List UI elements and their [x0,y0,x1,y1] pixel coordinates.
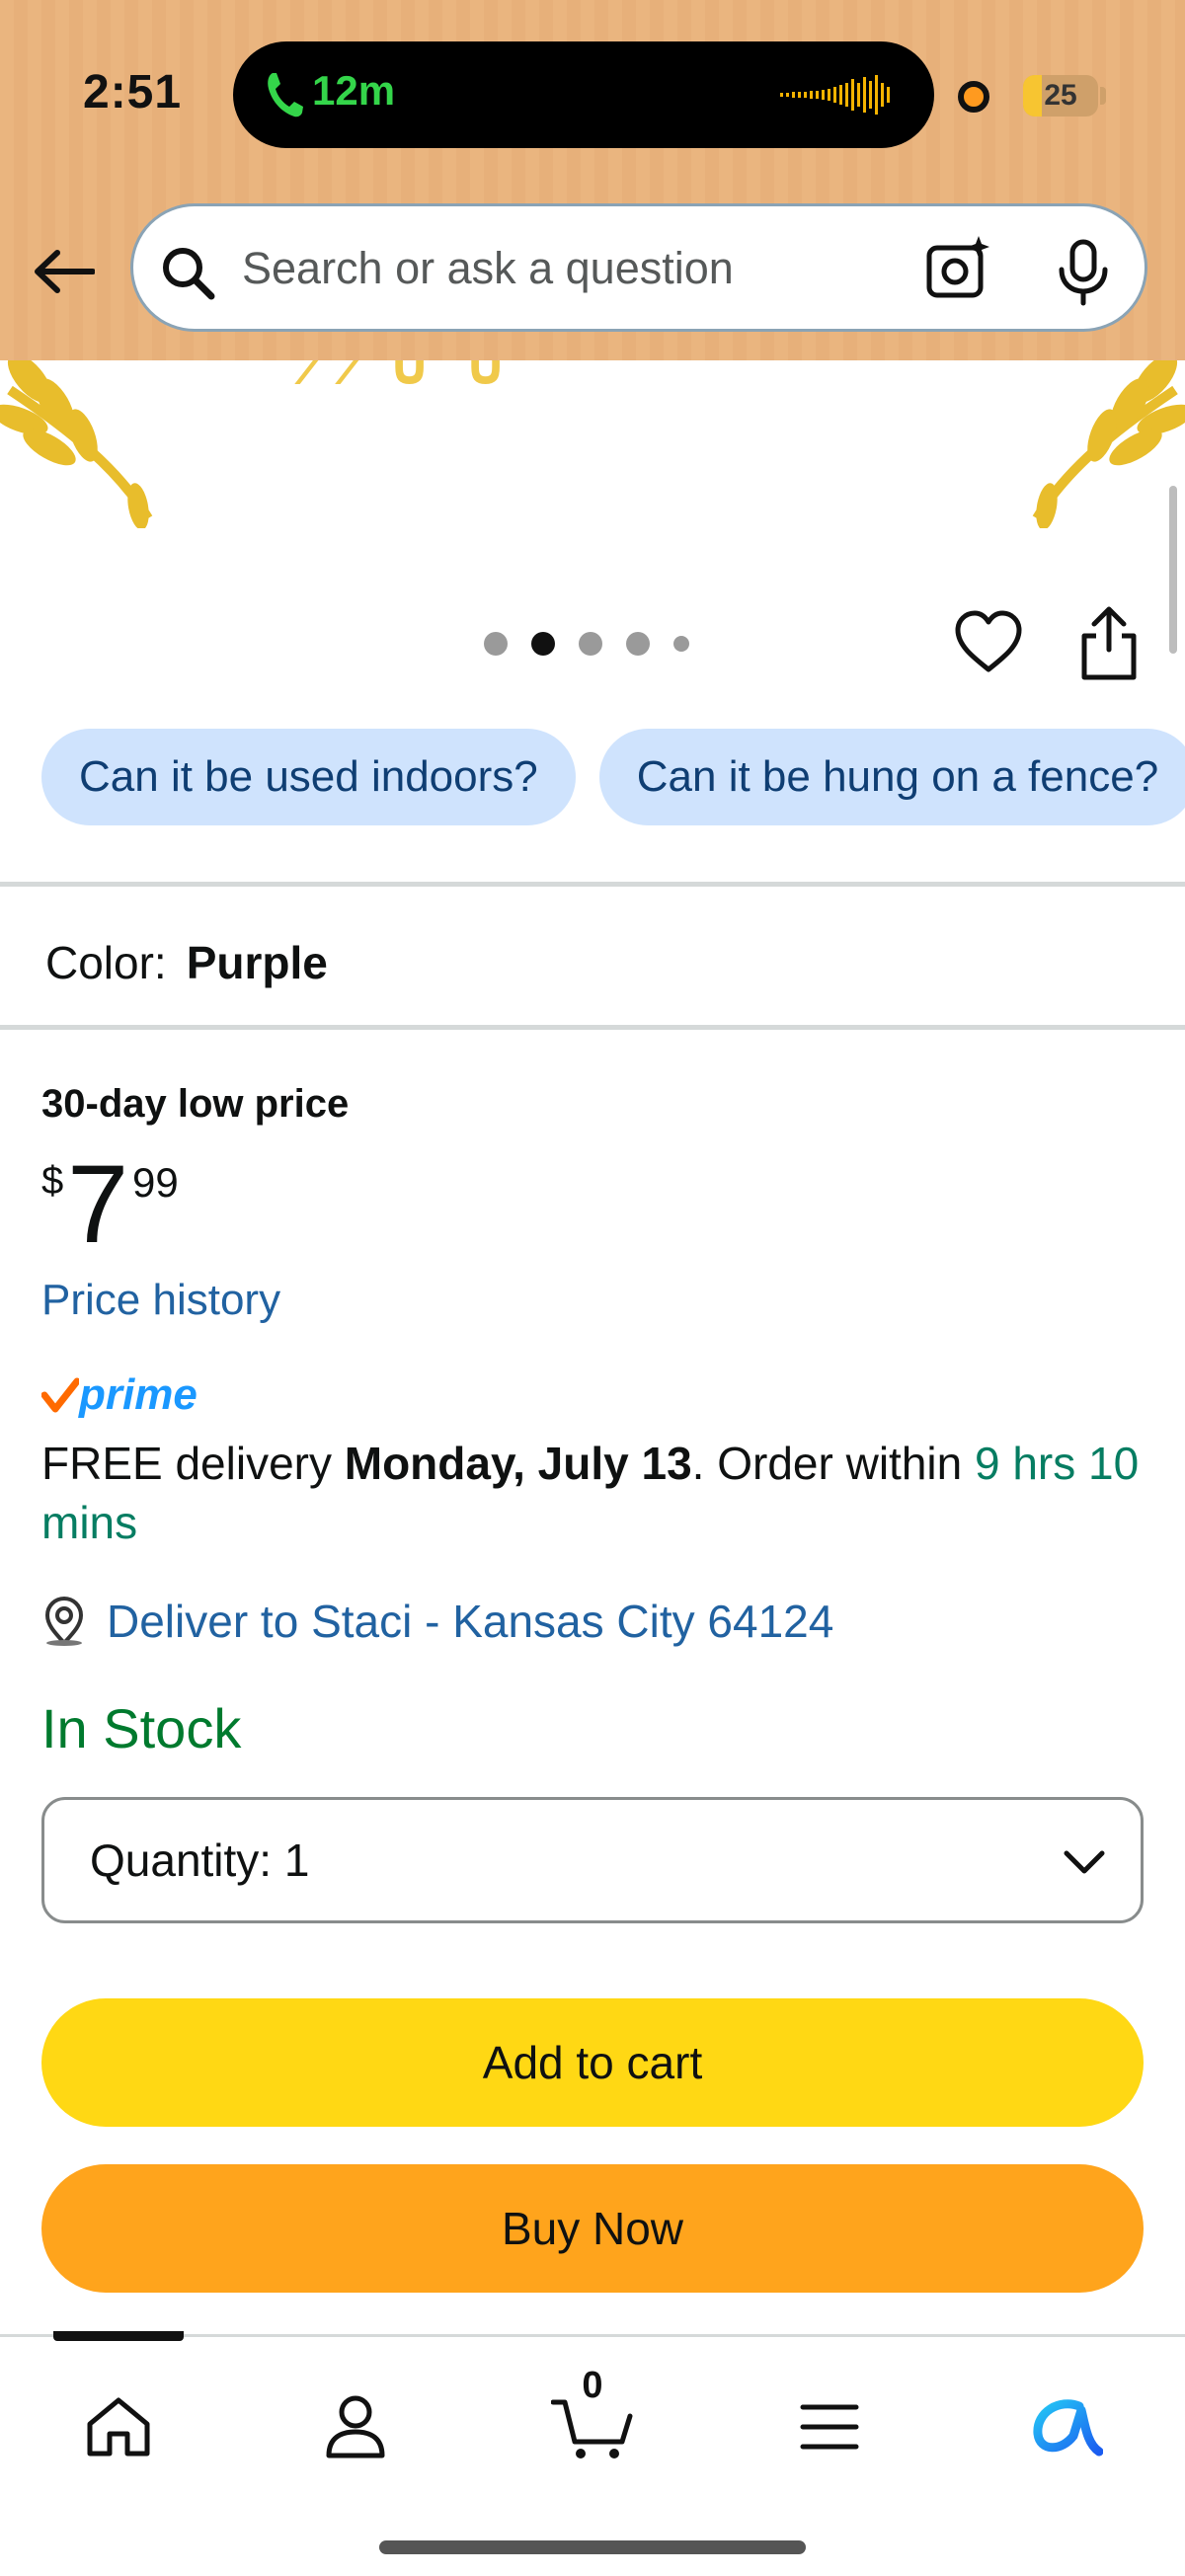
color-label: Color: [45,937,167,988]
nav-cart[interactable]: 0 [538,2365,647,2481]
prime-label: prime [79,1370,198,1419]
price-fraction: 99 [132,1159,179,1206]
chevron-down-icon [1064,1850,1105,1874]
microphone-icon[interactable] [1054,238,1113,307]
account-icon [326,2395,385,2459]
carousel-dot[interactable] [484,632,508,656]
color-value: Purple [186,937,328,988]
share-icon[interactable] [1076,604,1142,683]
buy-now-button[interactable]: Buy Now [41,2164,1144,2293]
image-year-text: ⁄ ⁄ ∪ ∪ [306,360,516,396]
nav-ai-assistant[interactable] [1012,2373,1121,2481]
question-chip[interactable]: Can it be used indoors? [41,729,576,825]
quantity-selector[interactable]: Quantity: 1 [41,1797,1144,1923]
carousel-dot[interactable] [673,636,689,652]
price-currency: $ [41,1159,64,1203]
prime-check-icon [41,1377,79,1413]
status-time: 2:51 [83,66,183,118]
back-button[interactable] [30,237,99,306]
cart-count: 0 [582,2365,603,2406]
home-icon [87,2397,150,2457]
section-divider [0,882,1185,887]
deliver-to-location[interactable]: Deliver to Staci - Kansas City 64124 [41,1592,833,1651]
nav-account[interactable] [301,2373,410,2481]
quantity-value: 1 [283,1834,310,1886]
quantity-label: Quantity: [90,1834,273,1886]
carousel-dot[interactable] [626,632,650,656]
delivery-date: Monday, July 13 [344,1438,692,1489]
add-to-cart-button[interactable]: Add to cart [41,1998,1144,2127]
call-duration: 12m [312,67,396,114]
question-chip[interactable]: Can it be hung on a fence? [598,729,1185,825]
price-whole: 7 [67,1142,129,1266]
audio-waveform-icon [780,75,890,115]
laurel-decoration-right [1032,360,1185,528]
menu-icon [800,2404,859,2450]
phone-call-icon [268,73,303,117]
search-bar[interactable] [130,203,1147,332]
product-image[interactable]: ⁄ ⁄ ∪ ∪ [0,360,1185,528]
carousel-dot[interactable] [579,632,602,656]
nav-menu[interactable] [775,2373,884,2481]
page-scrollbar[interactable] [1169,486,1177,654]
laurel-decoration-left [0,360,153,528]
search-icon [163,248,215,300]
back-arrow-icon [35,250,95,293]
home-indicator[interactable] [379,2540,806,2554]
prime-logo: prime [41,1368,198,1422]
camera-search-icon[interactable] [923,234,994,305]
nav-home[interactable] [64,2373,173,2481]
delivery-prefix: FREE delivery [41,1438,345,1489]
nav-active-indicator [53,2331,184,2341]
ai-assistant-icon [1033,2399,1103,2457]
location-pin-icon [44,1596,84,1646]
stock-status: In Stock [41,1697,242,1759]
delivery-message: FREE delivery Monday, July 13. Order wit… [41,1434,1147,1552]
question-chips: Can it be used indoors? Can it be hung on… [41,729,1185,827]
carousel-dot[interactable] [531,632,555,656]
battery-icon: 25 [1023,75,1098,117]
delivery-middle: . Order within [691,1438,975,1489]
search-input[interactable] [242,234,1012,303]
carousel-pagination[interactable] [484,632,689,656]
low-price-badge: 30-day low price [41,1082,350,1126]
deliver-to-link[interactable]: Deliver to Staci - Kansas City 64124 [107,1595,833,1648]
section-divider [0,1025,1185,1030]
recording-indicator [958,81,989,113]
color-selector[interactable]: Color: Purple [45,936,328,989]
price-history-link[interactable]: Price history [41,1276,280,1325]
battery-cap [1100,87,1106,105]
battery-level: 25 [1044,79,1077,112]
quantity-text: Quantity: 1 [90,1834,309,1887]
heart-icon[interactable] [954,608,1023,677]
